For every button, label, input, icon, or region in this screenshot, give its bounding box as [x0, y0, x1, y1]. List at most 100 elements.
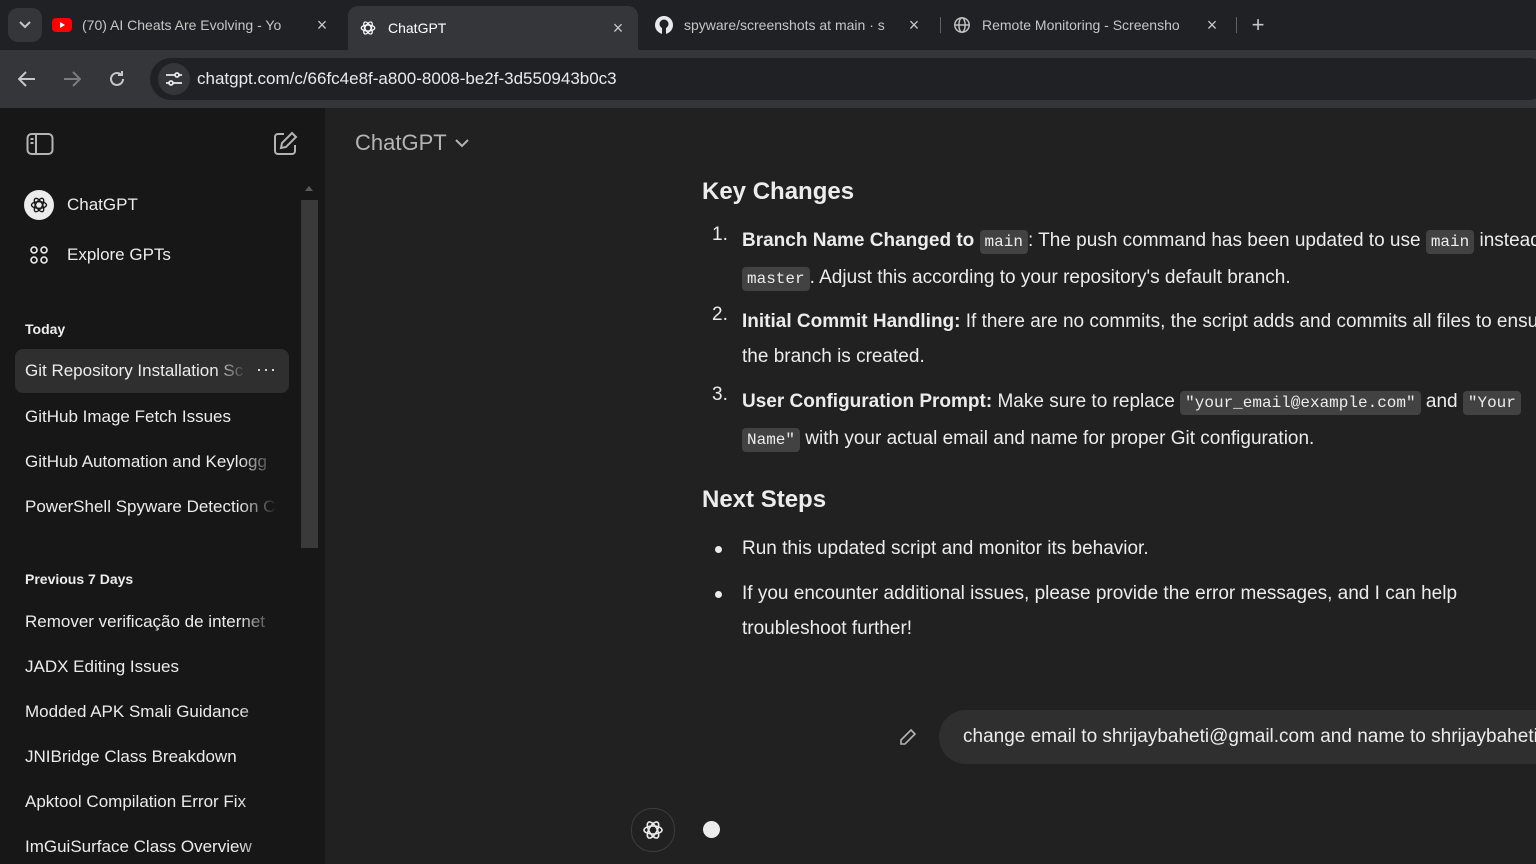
tab-title: spyware/screenshots at main · s [684, 17, 885, 33]
inline-code: main [1425, 230, 1475, 254]
chatgpt-icon [24, 190, 54, 220]
list-text: with your actual email and name for prop… [805, 428, 1315, 449]
heading-key-changes: Key Changes [702, 178, 855, 205]
browser-tab-bar: (70) AI Cheats Are Evolving - Yo × ChatG… [0, 0, 1536, 50]
model-selector[interactable]: ChatGPT [355, 130, 469, 156]
browser-tab-remote-monitoring[interactable]: Remote Monitoring - Screensho × [952, 8, 1232, 42]
heading-next-steps: Next Steps [702, 486, 827, 513]
list-text: : The push command has been updated to u… [1027, 230, 1421, 251]
history-item[interactable]: GitHub Automation and Keylogg [25, 452, 277, 472]
reload-button[interactable] [102, 64, 132, 94]
history-item[interactable]: Git Repository Installation Sc ··· [15, 349, 289, 393]
tab-search-button[interactable] [8, 8, 42, 42]
pencil-square-icon [274, 131, 298, 155]
list-number: 3. [712, 384, 728, 405]
history-item[interactable]: Modded APK Smali Guidance [25, 702, 277, 722]
list-item: User Configuration Prompt: Make sure to … [742, 384, 1536, 458]
toggle-sidebar-button[interactable] [25, 129, 55, 159]
assistant-avatar [631, 808, 675, 852]
arrow-right-icon [64, 71, 81, 87]
address-bar[interactable]: chatgpt.com/c/66fc4e8f-a800-8008-be2f-3d… [150, 58, 1536, 100]
close-tab-icon[interactable]: × [1202, 15, 1222, 35]
history-item[interactable]: JNIBridge Class Breakdown [25, 747, 277, 767]
sidebar-panel-icon [26, 133, 54, 155]
bold-text: Branch Name Changed to [742, 230, 975, 251]
browser-tab-youtube[interactable]: (70) AI Cheats Are Evolving - Yo × [52, 8, 342, 42]
browser-tab-chatgpt[interactable]: ChatGPT × [348, 6, 638, 50]
history-item-label: Git Repository Installation Sc [25, 361, 244, 380]
list-text: instead of [1479, 230, 1536, 251]
list-item: Branch Name Changed to main: The push co… [742, 223, 1536, 297]
list-text: troubleshoot further! [742, 618, 913, 639]
list-text: . Adjust this according to your reposito… [809, 267, 1291, 288]
close-tab-icon[interactable]: × [608, 18, 628, 38]
user-message-text: change email to shrijaybaheti@gmail.com … [963, 726, 1536, 747]
list-text: If there are no commits, the script adds… [965, 311, 1536, 332]
inline-code: "Your [1462, 391, 1521, 415]
sidebar: ChatGPT Explore GPTs Today Git Repositor… [0, 108, 325, 864]
browser-tab-github[interactable]: spyware/screenshots at main · s × [654, 8, 934, 42]
section-heading-previous-7-days: Previous 7 Days [25, 571, 134, 587]
sidebar-item-label: Explore GPTs [67, 245, 171, 264]
history-item[interactable]: ImGuiSurface Class Overview [25, 837, 277, 857]
sidebar-item-explore-gpts[interactable]: Explore GPTs [15, 233, 289, 277]
chatgpt-icon [358, 18, 378, 38]
new-chat-button[interactable] [270, 129, 300, 159]
history-item[interactable]: Remover verificação de internet [25, 612, 277, 632]
tab-separator [940, 17, 941, 33]
list-item: If you encounter additional issues, plea… [742, 576, 1536, 646]
chevron-down-icon [19, 21, 31, 29]
arrow-left-icon [18, 71, 35, 87]
url-text[interactable]: chatgpt.com/c/66fc4e8f-a800-8008-be2f-3d… [197, 69, 617, 89]
scroll-up-arrow[interactable] [305, 186, 313, 191]
more-options-icon[interactable]: ··· [256, 359, 277, 380]
history-item[interactable]: JADX Editing Issues [25, 657, 277, 677]
user-message-bubble: change email to shrijaybaheti@gmail.com … [939, 710, 1536, 764]
sidebar-item-label: ChatGPT [67, 195, 138, 214]
list-number: 2. [712, 304, 728, 325]
sidebar-scrollbar-thumb[interactable] [301, 200, 318, 548]
inline-code: "your_email@example.com" [1180, 391, 1421, 415]
bold-text: Initial Commit Handling: [742, 311, 961, 332]
grid-icon [24, 240, 54, 270]
reload-icon [110, 71, 124, 86]
list-item: Initial Commit Handling: If there are no… [742, 304, 1536, 374]
close-tab-icon[interactable]: × [312, 15, 332, 35]
plus-icon: + [1251, 12, 1265, 37]
bold-text: User Configuration Prompt: [742, 391, 993, 412]
sidebar-item-chatgpt[interactable]: ChatGPT [15, 183, 289, 227]
tab-title: Remote Monitoring - Screensho [982, 17, 1180, 33]
list-text: and [1425, 391, 1458, 412]
tab-separator [1236, 17, 1237, 33]
site-info-button[interactable] [158, 63, 190, 95]
inline-code: Name" [742, 428, 801, 452]
section-heading-today: Today [25, 321, 66, 337]
model-name: ChatGPT [355, 130, 447, 155]
close-tab-icon[interactable]: × [904, 15, 924, 35]
tune-icon [166, 72, 182, 86]
chat-main: ChatGPT Key Changes 1. Branch Name Chang… [325, 108, 1536, 864]
bullet-dot [715, 591, 722, 598]
chevron-down-icon [454, 138, 469, 147]
list-text: Run this updated script and monitor its … [742, 538, 1149, 559]
history-item[interactable]: GitHub Image Fetch Issues [25, 407, 277, 427]
history-item[interactable]: Apktool Compilation Error Fix [25, 792, 277, 812]
github-icon [654, 15, 674, 35]
edit-message-button[interactable] [895, 724, 921, 750]
forward-button[interactable] [57, 64, 87, 94]
typing-indicator [703, 821, 720, 838]
back-button[interactable] [12, 64, 42, 94]
globe-icon [952, 15, 972, 35]
list-text: Make sure to replace [997, 391, 1175, 412]
pencil-icon [900, 728, 917, 745]
browser-toolbar: chatgpt.com/c/66fc4e8f-a800-8008-be2f-3d… [0, 50, 1536, 108]
bullet-dot [715, 546, 722, 553]
list-number: 1. [712, 224, 728, 245]
list-text: If you encounter additional issues, plea… [742, 583, 1458, 604]
new-tab-button[interactable]: + [1246, 12, 1270, 37]
tab-title: ChatGPT [388, 20, 447, 36]
list-text: the branch is created. [742, 346, 925, 367]
history-item[interactable]: PowerShell Spyware Detection C [25, 497, 277, 517]
inline-code: master [742, 267, 810, 291]
youtube-icon [52, 15, 72, 35]
